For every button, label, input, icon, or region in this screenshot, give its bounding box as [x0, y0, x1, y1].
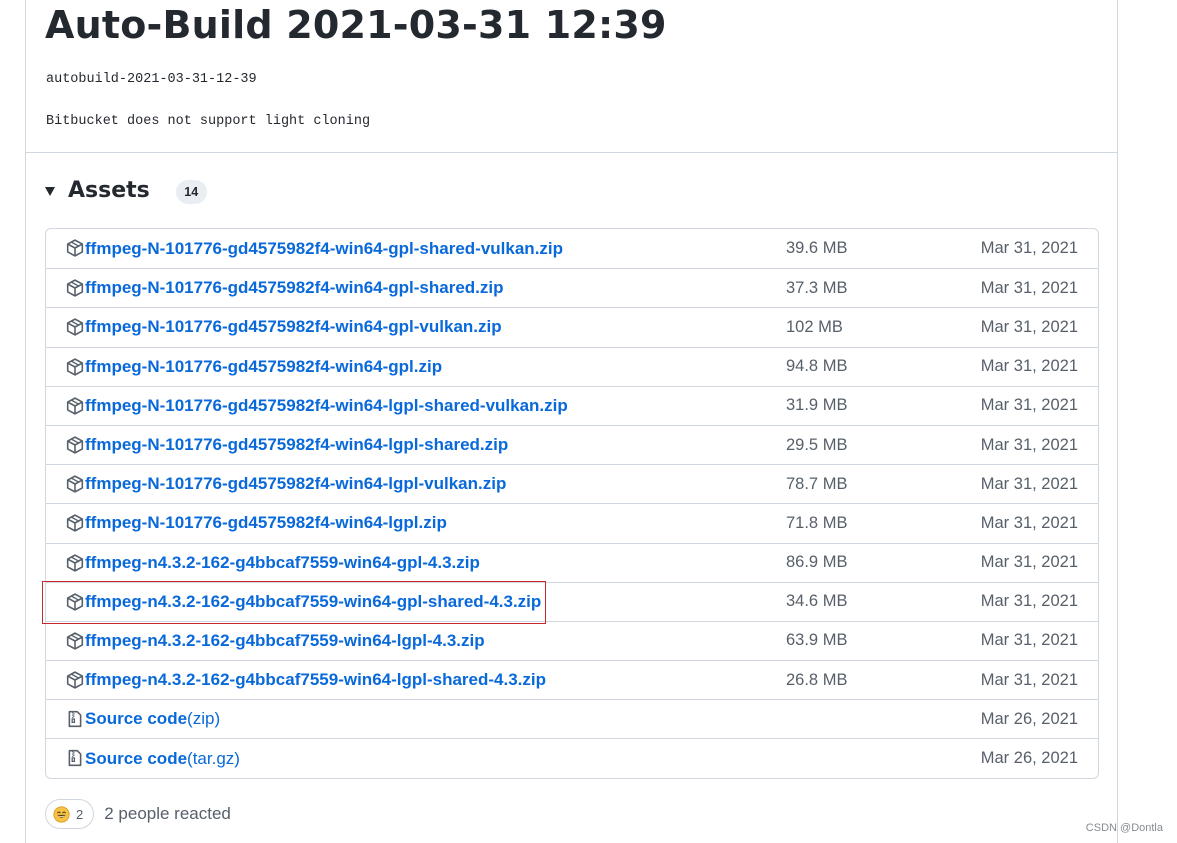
asset-download-link[interactable]: ffmpeg-N-101776-gd4575982f4-win64-lgpl.z…: [85, 513, 447, 533]
asset-date: Mar 31, 2021: [980, 513, 1078, 532]
asset-date: Mar 31, 2021: [980, 553, 1078, 572]
asset-date: Mar 26, 2021: [980, 709, 1078, 728]
asset-format: (tar.gz): [187, 748, 240, 768]
asset-size: 94.8 MB: [786, 357, 848, 376]
reaction-count: 2: [76, 806, 84, 822]
asset-row: ffmpeg-N-101776-gd4575982f4-win64-lgpl.z…: [46, 503, 1098, 542]
asset-row: ffmpeg-n4.3.2-162-g4bbcaf7559-win64-lgpl…: [46, 660, 1098, 699]
reactions: 2 2 people reacted: [45, 799, 231, 829]
asset-row: ffmpeg-N-101776-gd4575982f4-win64-gpl.zi…: [46, 346, 1098, 386]
release-tag: autobuild-2021-03-31-12-39: [46, 72, 257, 87]
assets-title: Assets: [68, 177, 150, 203]
asset-name: ffmpeg-N-101776-gd4575982f4-win64-gpl-vu…: [85, 317, 502, 337]
reaction-button[interactable]: 2: [45, 799, 95, 829]
asset-name: ffmpeg-N-101776-gd4575982f4-win64-gpl.zi…: [85, 356, 443, 376]
asset-row: ffmpeg-n4.3.2-162-g4bbcaf7559-win64-gpl-…: [46, 581, 1098, 621]
asset-name: ffmpeg-N-101776-gd4575982f4-win64-lgpl-s…: [85, 435, 509, 455]
package-icon: [66, 475, 84, 493]
package-icon: [66, 436, 84, 454]
assets-toggle[interactable]: Assets 14: [45, 176, 207, 204]
package-icon: [66, 553, 84, 572]
asset-date: Mar 31, 2021: [980, 474, 1078, 493]
asset-size: 26.8 MB: [786, 670, 848, 689]
asset-size: 34.6 MB: [786, 592, 848, 611]
file-zip-icon: [66, 710, 84, 728]
asset-size: 71.8 MB: [786, 513, 848, 532]
asset-download-link[interactable]: ffmpeg-N-101776-gd4575982f4-win64-gpl-sh…: [85, 278, 504, 298]
asset-name: ffmpeg-N-101776-gd4575982f4-win64-lgpl-v…: [85, 474, 507, 494]
asset-date: Mar 31, 2021: [980, 670, 1078, 689]
package-icon: [66, 357, 84, 376]
asset-name: ffmpeg-N-101776-gd4575982f4-win64-gpl-sh…: [85, 238, 564, 258]
release-title: Auto-Build 2021-03-31 12:39: [45, 3, 667, 47]
asset-download-link[interactable]: ffmpeg-N-101776-gd4575982f4-win64-gpl-sh…: [85, 239, 563, 259]
asset-date: Mar 31, 2021: [980, 592, 1078, 611]
asset-row: ffmpeg-N-101776-gd4575982f4-win64-lgpl-s…: [46, 385, 1098, 425]
asset-date: Mar 31, 2021: [980, 278, 1078, 297]
asset-size: 29.5 MB: [786, 435, 848, 454]
reaction-summary: 2 people reacted: [104, 804, 231, 823]
package-icon: [66, 632, 84, 650]
asset-download-link[interactable]: ffmpeg-N-101776-gd4575982f4-win64-lgpl-s…: [85, 435, 508, 455]
asset-size: 78.7 MB: [786, 474, 848, 493]
asset-row: ffmpeg-N-101776-gd4575982f4-win64-gpl-vu…: [46, 307, 1098, 346]
asset-date: Mar 31, 2021: [980, 435, 1078, 454]
asset-download-link[interactable]: ffmpeg-N-101776-gd4575982f4-win64-gpl-vu…: [85, 317, 502, 337]
asset-row: ffmpeg-n4.3.2-162-g4bbcaf7559-win64-lgpl…: [46, 620, 1098, 660]
asset-download-link[interactable]: Source code(tar.gz): [85, 749, 240, 769]
caret-down-icon: [45, 186, 55, 196]
asset-download-link[interactable]: Source code(zip): [85, 709, 220, 729]
asset-name: ffmpeg-n4.3.2-162-g4bbcaf7559-win64-gpl-…: [85, 552, 480, 572]
package-icon: [66, 514, 84, 532]
divider: [26, 152, 1117, 153]
package-icon: [66, 593, 84, 611]
asset-download-link[interactable]: ffmpeg-n4.3.2-162-g4bbcaf7559-win64-gpl-…: [85, 553, 480, 573]
asset-size: 39.6 MB: [786, 239, 848, 258]
asset-row: ffmpeg-N-101776-gd4575982f4-win64-lgpl-v…: [46, 464, 1098, 503]
package-icon: [66, 671, 84, 689]
package-icon: [66, 239, 84, 257]
asset-download-link[interactable]: ffmpeg-n4.3.2-162-g4bbcaf7559-win64-lgpl…: [85, 631, 485, 651]
release-note: Bitbucket does not support light cloning: [46, 114, 371, 129]
asset-size: 37.3 MB: [786, 278, 848, 297]
asset-row: ffmpeg-N-101776-gd4575982f4-win64-gpl-sh…: [46, 268, 1098, 307]
asset-download-link[interactable]: ffmpeg-N-101776-gd4575982f4-win64-lgpl-v…: [85, 474, 506, 494]
asset-download-link[interactable]: ffmpeg-n4.3.2-162-g4bbcaf7559-win64-lgpl…: [85, 670, 546, 690]
asset-date: Mar 31, 2021: [980, 239, 1078, 258]
asset-date: Mar 31, 2021: [980, 631, 1078, 650]
asset-name: ffmpeg-N-101776-gd4575982f4-win64-lgpl-s…: [85, 395, 568, 415]
asset-row: Source code(zip) Mar 26, 2021: [46, 699, 1098, 738]
asset-name: ffmpeg-N-101776-gd4575982f4-win64-gpl-sh…: [85, 278, 504, 298]
asset-name: Source code: [85, 709, 188, 729]
asset-size: 86.9 MB: [786, 553, 848, 572]
asset-row: Source code(tar.gz) Mar 26, 2021: [46, 738, 1098, 777]
asset-download-link[interactable]: ffmpeg-N-101776-gd4575982f4-win64-lgpl-s…: [85, 396, 568, 416]
asset-size: 63.9 MB: [786, 631, 848, 650]
asset-date: Mar 26, 2021: [980, 749, 1078, 768]
asset-row: ffmpeg-n4.3.2-162-g4bbcaf7559-win64-gpl-…: [46, 542, 1098, 582]
assets-list: ffmpeg-N-101776-gd4575982f4-win64-gpl-sh…: [45, 228, 1099, 779]
asset-download-link[interactable]: ffmpeg-n4.3.2-162-g4bbcaf7559-win64-gpl-…: [85, 592, 541, 612]
file-zip-icon: [66, 749, 84, 767]
package-icon: [66, 397, 84, 415]
asset-row: ffmpeg-N-101776-gd4575982f4-win64-lgpl-s…: [46, 424, 1098, 464]
asset-row: ffmpeg-N-101776-gd4575982f4-win64-gpl-sh…: [46, 229, 1098, 268]
asset-date: Mar 31, 2021: [980, 357, 1078, 376]
smile-emoji-icon: [53, 805, 70, 823]
asset-size: 31.9 MB: [786, 396, 848, 415]
asset-date: Mar 31, 2021: [980, 317, 1078, 336]
package-icon: [66, 279, 84, 297]
asset-name: ffmpeg-n4.3.2-162-g4bbcaf7559-win64-lgpl…: [85, 630, 485, 650]
asset-date: Mar 31, 2021: [980, 396, 1078, 415]
asset-size: 102 MB: [786, 317, 843, 336]
watermark: CSDN @Dontla: [1085, 822, 1163, 834]
asset-name: ffmpeg-n4.3.2-162-g4bbcaf7559-win64-lgpl…: [85, 670, 547, 690]
asset-format: (zip): [187, 709, 221, 729]
package-icon: [66, 318, 84, 337]
asset-name: ffmpeg-N-101776-gd4575982f4-win64-lgpl.z…: [85, 513, 447, 533]
asset-name: Source code: [85, 748, 188, 768]
asset-name: ffmpeg-n4.3.2-162-g4bbcaf7559-win64-gpl-…: [85, 591, 542, 611]
asset-download-link[interactable]: ffmpeg-N-101776-gd4575982f4-win64-gpl.zi…: [85, 357, 442, 377]
assets-count-badge: 14: [175, 180, 207, 204]
